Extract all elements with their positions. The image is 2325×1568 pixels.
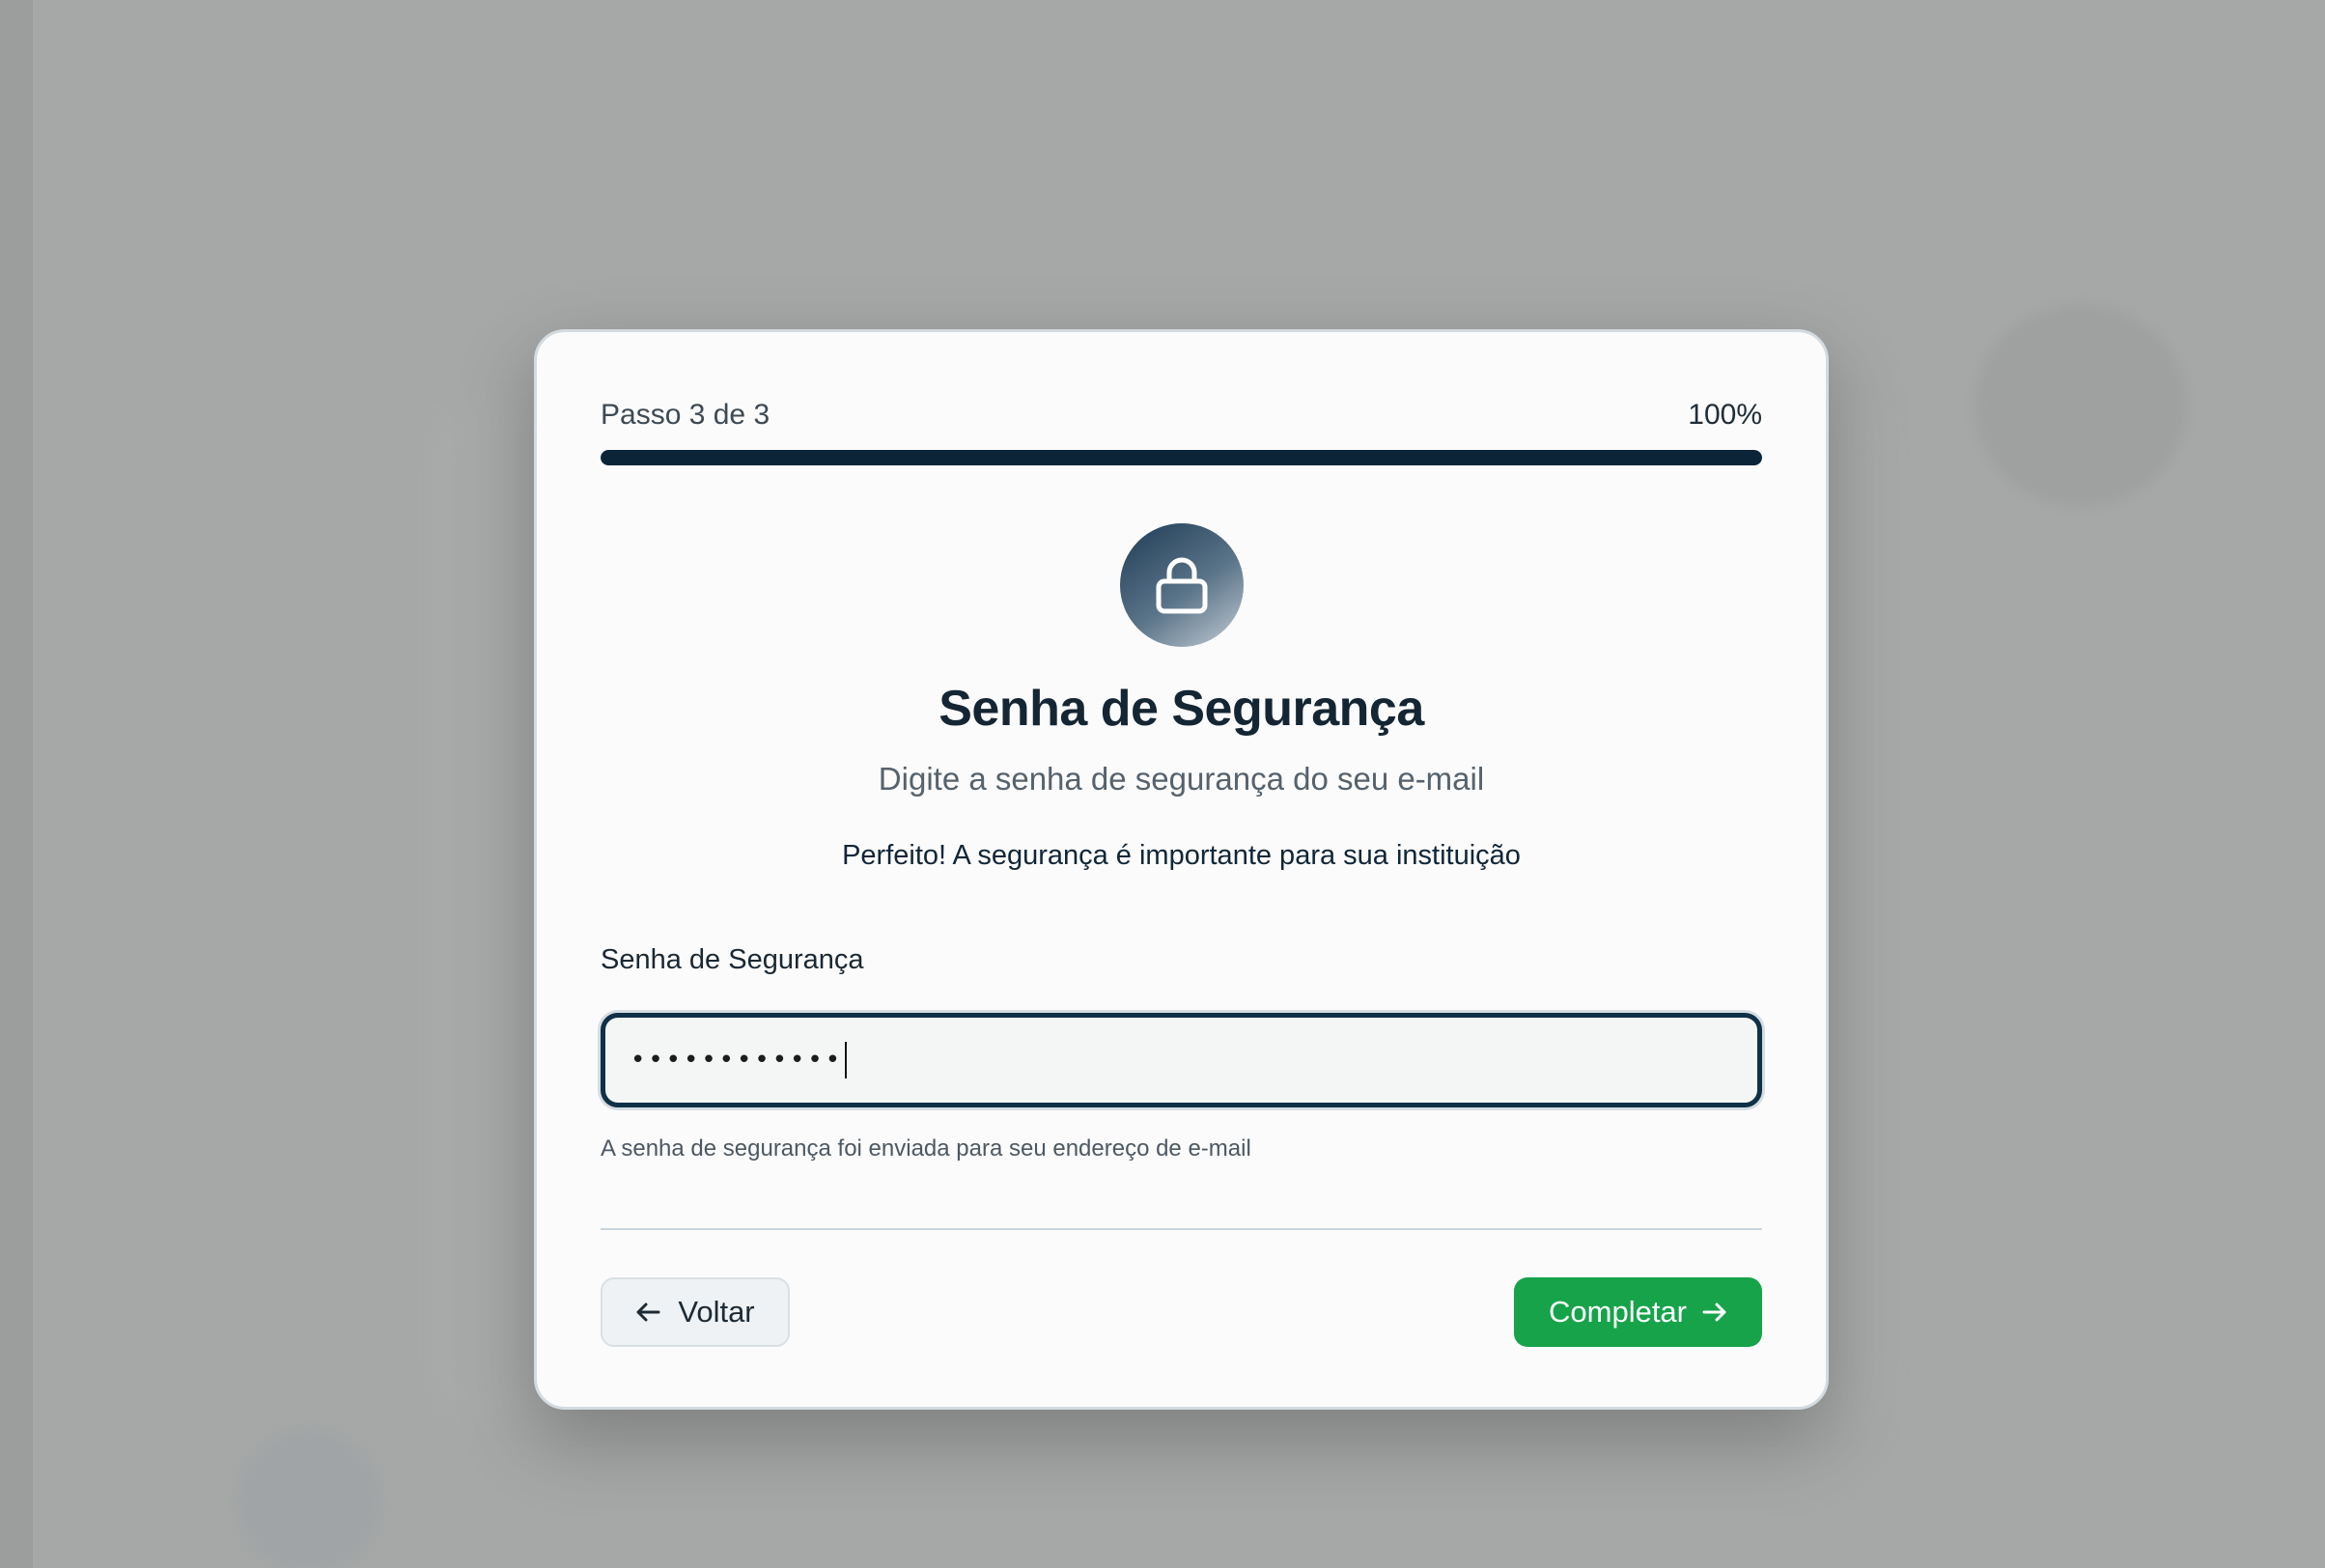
lock-icon: [1154, 555, 1210, 615]
page-title: Senha de Segurança: [938, 681, 1424, 737]
progress-bar-fill: [601, 450, 1762, 465]
page-subtitle: Digite a senha de segurança do seu e-mai…: [878, 761, 1485, 797]
complete-button[interactable]: Completar: [1514, 1277, 1762, 1347]
password-helper-text: A senha de segurança foi enviada para se…: [601, 1135, 1251, 1162]
step-indicator: Passo 3 de 3: [601, 399, 770, 431]
lock-badge: [1120, 523, 1244, 647]
progress-header: Passo 3 de 3 100%: [601, 398, 1762, 433]
complete-button-label: Completar: [1549, 1295, 1687, 1329]
encouragement-note: Perfeito! A segurança é importante para …: [842, 840, 1521, 871]
text-caret: [845, 1042, 848, 1078]
progress-percent: 100%: [1688, 399, 1762, 431]
progress-bar: [601, 450, 1762, 465]
password-field-label: Senha de Segurança: [601, 944, 864, 975]
back-button-label: Voltar: [678, 1295, 755, 1329]
background-decoration: [237, 1429, 381, 1568]
arrow-right-icon: [1702, 1302, 1727, 1323]
footer-divider: [601, 1228, 1762, 1230]
security-password-field[interactable]: ••••••••••••: [601, 1013, 1762, 1107]
security-password-modal: Passo 3 de 3 100% Senha de Segurança Dig…: [534, 329, 1829, 1410]
password-masked-value: ••••••••••••: [630, 1046, 844, 1075]
arrow-left-icon: [635, 1302, 660, 1323]
background-avatar: [1975, 304, 2187, 507]
background-sidebar: [0, 0, 33, 1568]
back-button[interactable]: Voltar: [601, 1277, 790, 1347]
